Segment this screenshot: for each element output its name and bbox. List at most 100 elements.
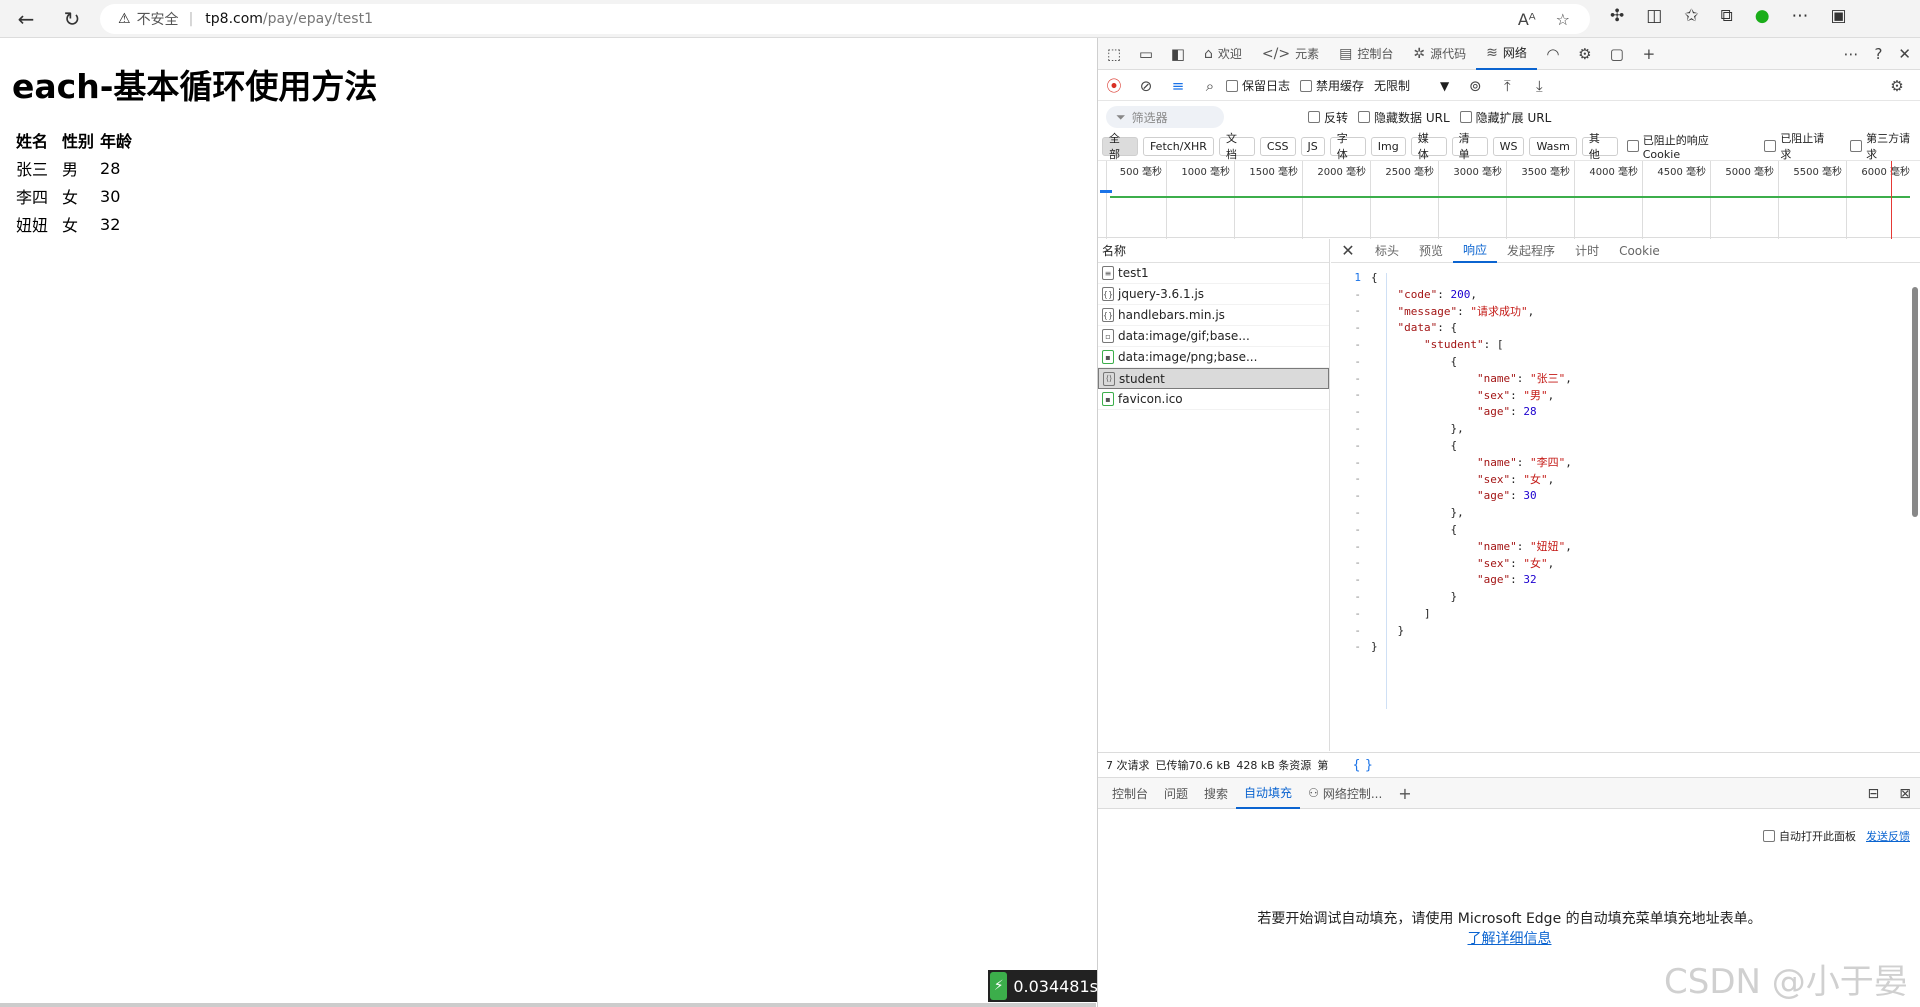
scrollbar-thumb[interactable] [1912,287,1918,517]
throttle-select[interactable]: 无限制 ▼ [1374,77,1449,94]
add-tab-icon[interactable]: + [1633,45,1665,63]
collections-icon[interactable]: ⧉ [1721,6,1733,26]
drawer-tab-console[interactable]: 控制台 [1104,777,1156,809]
list-item[interactable]: {} jquery-3.6.1.js [1098,284,1329,305]
type-filter-doc[interactable]: 文档 [1218,132,1255,161]
address-bar[interactable]: ⚠ 不安全 | tp8.com/pay/epay/test1 Aᴬ ☆ [100,4,1590,34]
type-filter-ws[interactable]: WS [1492,136,1525,156]
hide-extension-urls-checkbox[interactable]: 隐藏扩展 URL [1459,109,1551,126]
search-icon[interactable]: ⌕ [1194,77,1226,95]
tab-elements[interactable]: </> 元素 [1252,38,1329,70]
disable-cache-checkbox[interactable]: 禁用缓存 [1300,77,1364,94]
clear-icon[interactable]: ⊘ [1130,77,1162,95]
filter-funnel-icon: ⏷ [1116,109,1126,124]
import-har-icon[interactable]: ⤒ [1491,77,1523,95]
type-filter-img[interactable]: Img [1370,136,1406,156]
tab-initiator[interactable]: 发起程序 [1497,239,1565,263]
network-settings-gear-icon[interactable]: ⚙ [1881,77,1913,95]
code-text: "student": [ [1423,338,1504,352]
type-filter-css[interactable]: CSS [1259,136,1296,156]
code-text: "sex": "女", [1476,472,1555,486]
list-item-selected[interactable]: ⟨⟩ student [1098,368,1329,389]
refresh-button[interactable]: ↻ [54,1,90,37]
type-filter-fetch[interactable]: Fetch/XHR [1142,136,1214,156]
tab-preview[interactable]: 预览 [1409,239,1453,263]
tab-response[interactable]: 响应 [1453,239,1498,263]
blocked-cookies-checkbox[interactable]: 已阻止的响应 Cookie [1626,132,1750,161]
response-scrollbar[interactable] [1911,269,1919,749]
favorites-icon[interactable]: ✩ [1684,6,1698,26]
list-item[interactable]: ▫ data:image/gif;base... [1098,326,1329,347]
sidebar-toggle-icon[interactable]: ▣ [1831,6,1847,26]
more-tools-icon[interactable]: ⋯ [1792,6,1809,26]
type-filter-media[interactable]: 媒体 [1410,132,1447,161]
performance-icon[interactable]: ◠ [1537,45,1569,63]
third-party-checkbox[interactable]: 第三方请求 [1850,130,1920,162]
tab-headers[interactable]: 标头 [1365,239,1409,263]
resource-size: 428 kB 条资源 [1236,759,1312,772]
type-filter-font[interactable]: 字体 [1329,132,1366,161]
back-button[interactable]: ← [8,1,44,37]
auto-open-checkbox[interactable]: 自动打开此面板 [1763,828,1856,844]
line-number: - [1354,623,1361,637]
drawer-tab-search[interactable]: 搜索 [1196,777,1236,809]
add-drawer-tab-icon[interactable]: + [1390,777,1419,809]
filter-input[interactable]: ⏷ 筛选器 [1106,106,1224,128]
wechat-icon[interactable]: ● [1755,6,1770,26]
tab-network[interactable]: ≋ 网络 [1476,38,1537,70]
blocked-requests-checkbox[interactable]: 已阻止请求 [1764,130,1835,162]
tab-timing[interactable]: 计时 [1565,239,1609,263]
timeline-overview[interactable]: 500 毫秒 1000 毫秒 1500 毫秒 2000 毫秒 2500 毫秒 3… [1098,160,1920,239]
drawer-tab-issues[interactable]: 问题 [1156,777,1196,809]
timeline-tick: 3000 毫秒 [1438,161,1506,239]
response-body[interactable]: 1{- "code": 200, - "message": "请求成功", - "d… [1331,269,1901,749]
tab-sources[interactable]: ✲ 源代码 [1403,38,1476,70]
export-har-icon[interactable]: ⤓ [1523,77,1555,95]
type-filter-all[interactable]: 全部 [1102,132,1138,161]
hide-data-urls-checkbox[interactable]: 隐藏数据 URL [1358,109,1450,126]
tab-welcome[interactable]: ⌂ 欢迎 [1194,38,1252,70]
learn-more-link[interactable]: 了解详细信息 [1098,928,1920,948]
close-icon[interactable]: ✕ [1331,241,1365,260]
tab-console[interactable]: ▤ 控制台 [1329,38,1403,70]
device-emulation-icon[interactable]: ▭ [1130,45,1162,63]
type-filter-other[interactable]: 其他 [1581,132,1618,161]
preserve-log-checkbox[interactable]: 保留日志 [1226,77,1290,94]
send-feedback-link[interactable]: 发送反馈 [1866,828,1910,844]
drawer-tab-network-conditions[interactable]: ⚇ 网络控制... [1300,777,1390,809]
type-filter-manifest[interactable]: 清单 [1451,132,1488,161]
list-item[interactable]: {} handlebars.min.js [1098,305,1329,326]
type-filter-js[interactable]: JS [1300,136,1325,156]
drawer-tab-autofill[interactable]: 自动填充 [1236,777,1301,809]
tick-label: 2500 毫秒 [1385,167,1434,178]
wifi-icon: ≋ [1486,44,1498,61]
extensions-icon[interactable]: ✣ [1610,6,1624,26]
filter-toggle-icon[interactable]: ≡ [1162,77,1194,95]
code-text: }, [1371,422,1464,436]
tab-cookies[interactable]: Cookie [1609,239,1670,263]
application-icon[interactable]: ▢ [1601,45,1633,63]
more-options-icon[interactable]: ⋯ [1843,45,1858,63]
settings-gear-icon[interactable]: ⚙ [1569,45,1601,63]
invert-checkbox[interactable]: 反转 [1308,109,1348,126]
inspect-icon[interactable]: ⬚ [1098,45,1130,63]
page-scrollbar[interactable] [0,1003,1096,1007]
pretty-print-icon[interactable]: { } [1352,758,1373,773]
split-screen-icon[interactable]: ◫ [1646,6,1662,26]
network-conditions-icon[interactable]: ⊚ [1459,77,1491,95]
type-filter-wasm[interactable]: Wasm [1529,136,1577,156]
help-icon[interactable]: ? [1874,45,1882,63]
dock-icon[interactable]: ◧ [1162,45,1194,63]
read-aloud-icon[interactable]: Aᴬ [1518,10,1536,29]
favorite-star-icon[interactable]: ☆ [1556,10,1570,29]
dock-drawer-icon[interactable]: ⊟ [1868,786,1880,802]
tab-label: 网络 [1502,46,1527,60]
name-column-header[interactable]: 名称 [1098,239,1329,263]
record-stop-icon[interactable]: ⦿ [1098,75,1130,96]
page-timer-badge[interactable]: ⚡ 0.034481s [988,970,1098,1002]
list-item[interactable]: ▪ data:image/png;base... [1098,347,1329,368]
close-devtools-icon[interactable]: ✕ [1898,45,1911,63]
list-item[interactable]: ≡ test1 [1098,263,1329,284]
list-item[interactable]: ▪ favicon.ico [1098,389,1329,410]
close-drawer-icon[interactable]: ⊠ [1899,786,1911,802]
